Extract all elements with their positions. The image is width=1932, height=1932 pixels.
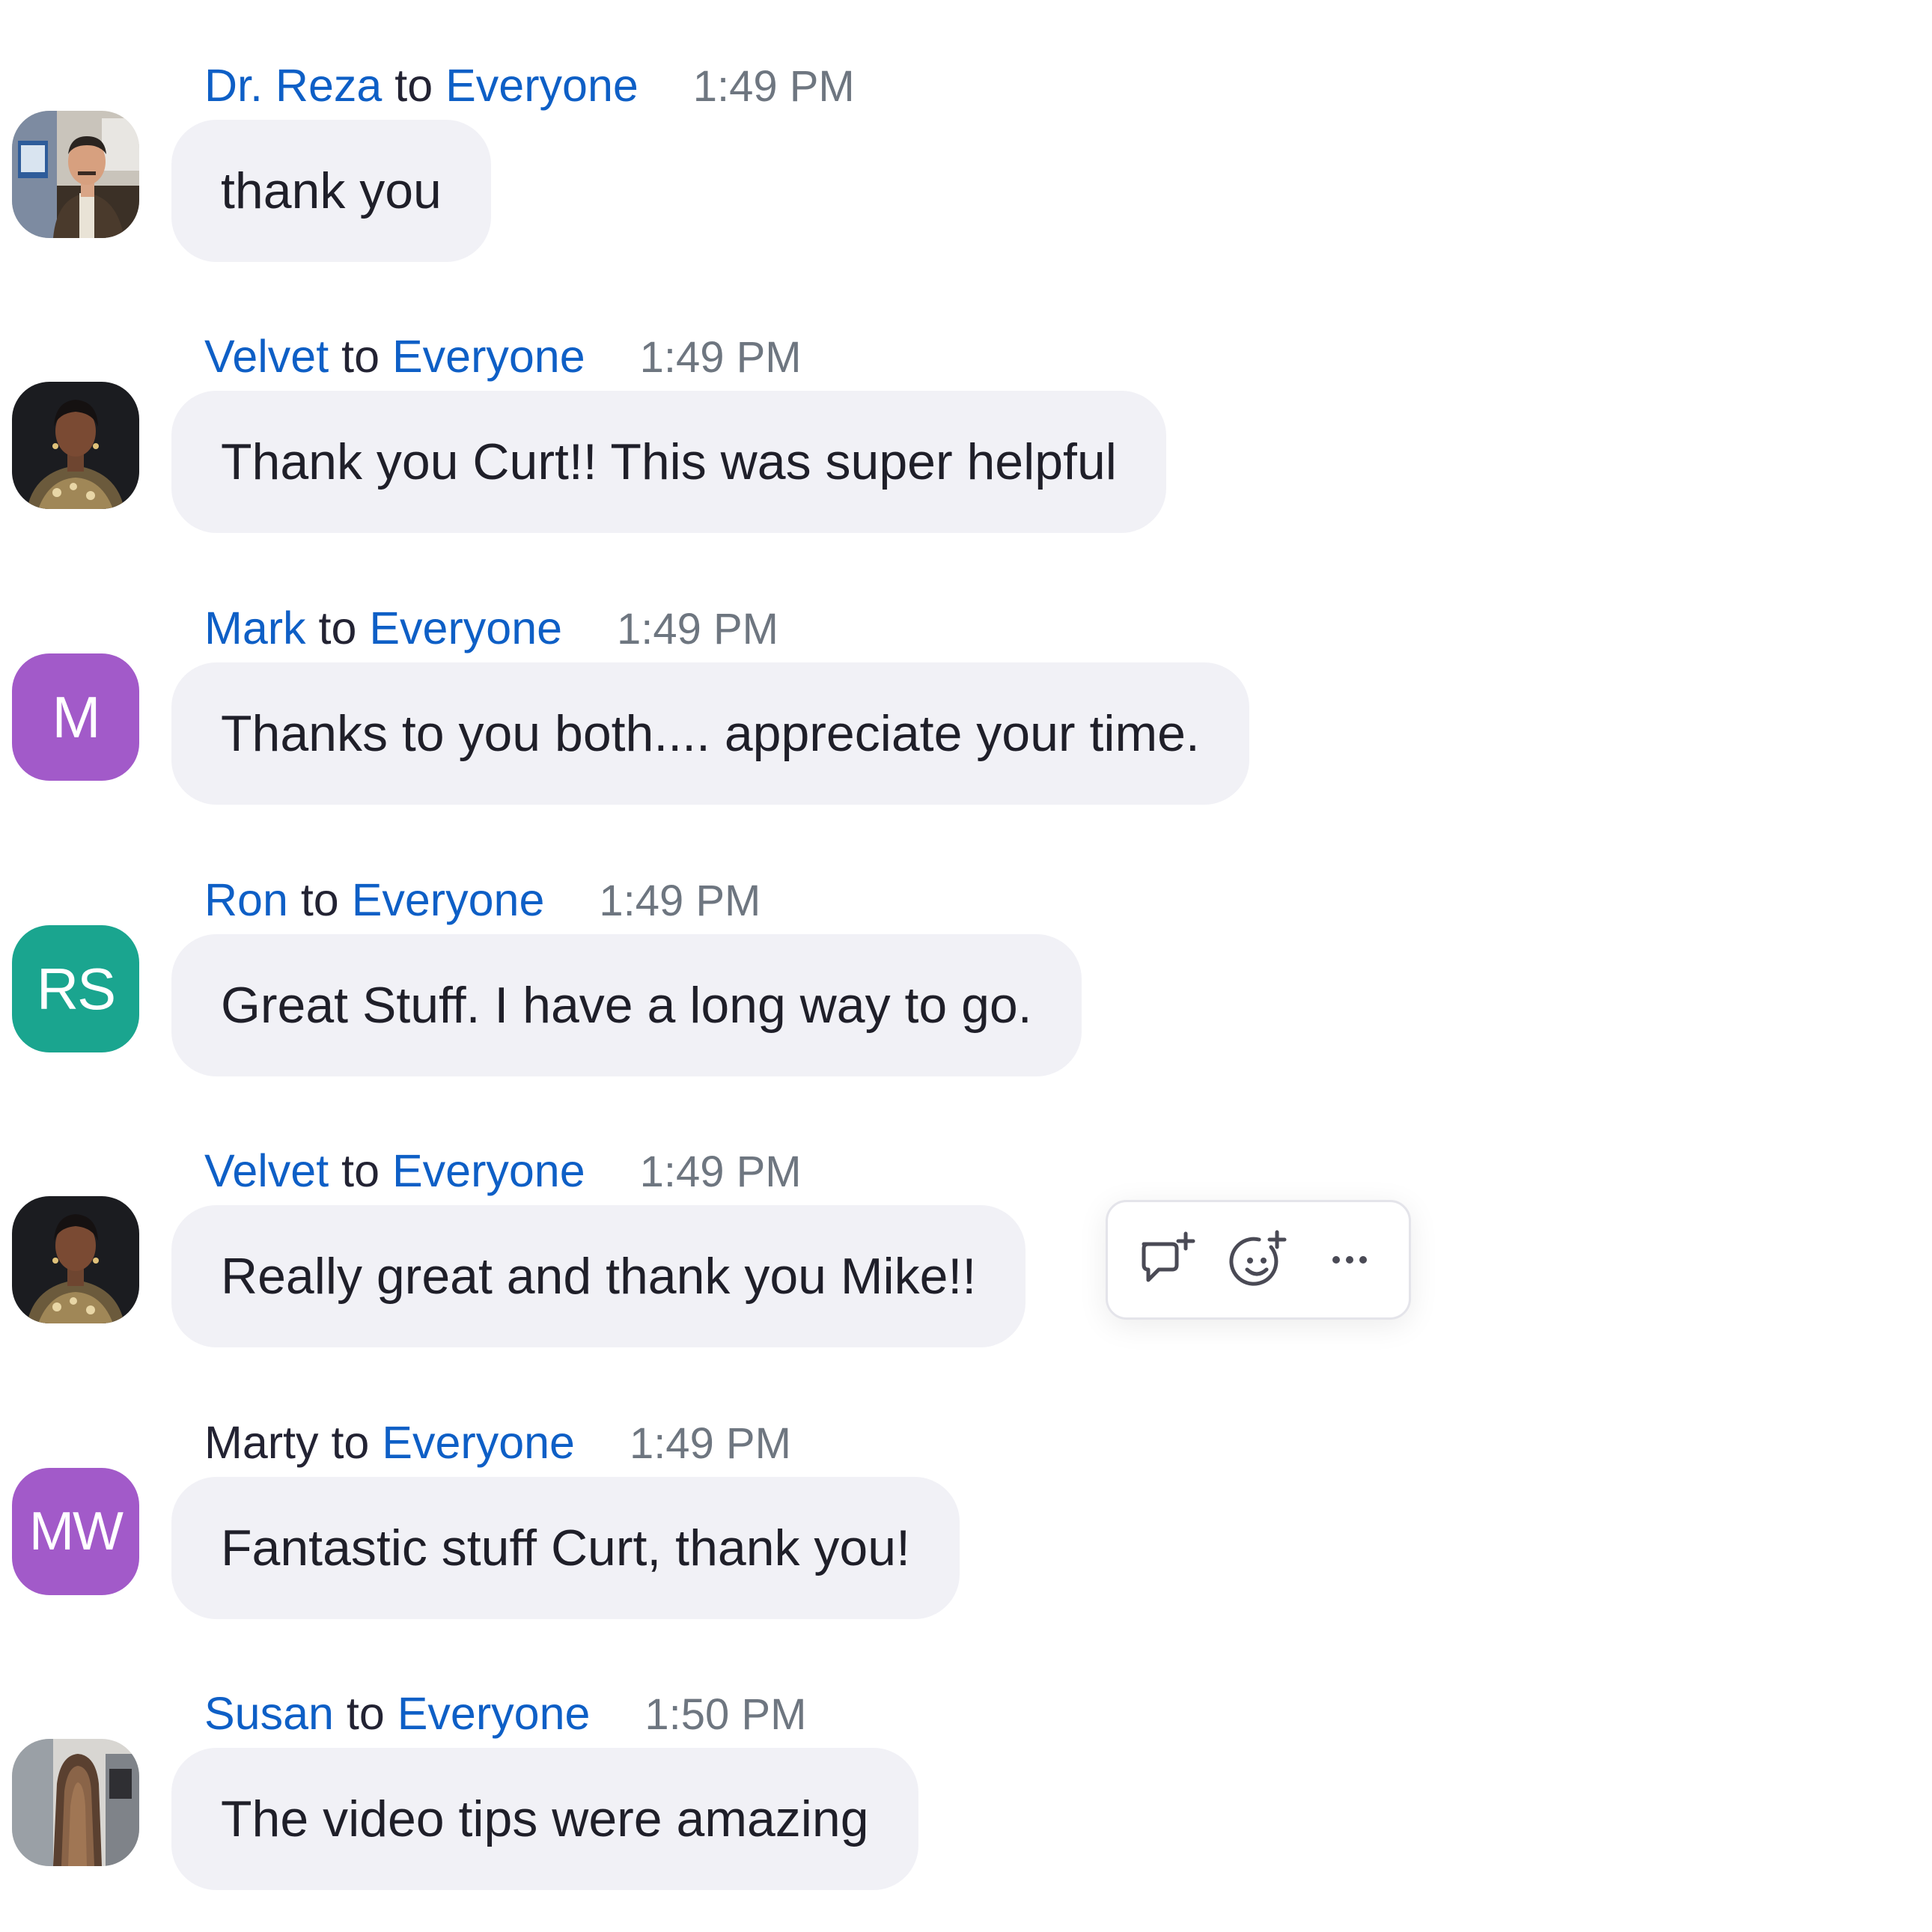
reply-thread-icon [1142,1231,1195,1282]
message-header: Dr. Reza to Everyone 1:49 PM [204,57,855,115]
avatar[interactable]: M [12,653,139,781]
reply-thread-button[interactable] [1130,1222,1204,1297]
message-bubble[interactable]: Fantastic stuff Curt, thank you! [171,1477,960,1619]
recipient-name[interactable]: Everyone [392,1145,585,1196]
timestamp: 1:50 PM [644,1690,807,1739]
message-bubble[interactable]: Great Stuff. I have a long way to go. [171,934,1082,1076]
sender-name: Marty [204,1417,319,1468]
photo-avatar-man-icon [12,111,139,238]
recipient-name[interactable]: Everyone [352,874,545,925]
to-label: to [331,1417,370,1468]
message-bubble[interactable]: Thank you Curt!! This was super helpful [171,391,1166,533]
timestamp: 1:49 PM [639,1148,802,1196]
photo-avatar-woman-icon [12,382,139,509]
more-options-button[interactable] [1312,1222,1387,1297]
avatar[interactable] [12,382,139,509]
chat-message: Dr. Reza to Everyone 1:49 PM thank you [0,0,1932,269]
message-header: Velvet to Everyone 1:49 PM [204,1142,802,1201]
to-label: to [341,331,380,382]
message-header: Marty to Everyone 1:49 PM [204,1414,791,1472]
timestamp: 1:49 PM [617,605,778,653]
sender-name[interactable]: Mark [204,603,306,653]
recipient-name[interactable]: Everyone [392,331,585,382]
sender-name[interactable]: Velvet [204,1145,329,1196]
more-options-icon [1332,1256,1367,1264]
to-label: to [341,1145,380,1196]
chat-message: Mark to Everyone 1:49 PM M Thanks to you… [0,543,1932,812]
to-label: to [300,874,339,925]
message-header: Ron to Everyone 1:49 PM [204,871,761,930]
photo-avatar-long-hair-icon [12,1739,139,1866]
add-reaction-button[interactable] [1221,1222,1296,1297]
chat-message: Velvet to Everyone 1:49 PM Thank you Cur… [0,271,1932,540]
recipient-name[interactable]: Everyone [369,603,562,653]
avatar[interactable] [12,1739,139,1866]
chat-message: Susan to Everyone 1:50 PM The video tips… [0,1628,1932,1898]
to-label: to [394,60,433,111]
message-bubble[interactable]: Thanks to you both.... appreciate your t… [171,662,1249,805]
sender-name[interactable]: Dr. Reza [204,60,382,111]
chat-message: Ron to Everyone 1:49 PM RS Great Stuff. … [0,814,1932,1084]
chat-message: Marty to Everyone 1:49 PM MW Fantastic s… [0,1357,1932,1627]
avatar[interactable]: MW [12,1468,139,1595]
message-hover-actions [1106,1200,1411,1320]
timestamp: 1:49 PM [599,877,761,925]
message-header: Susan to Everyone 1:50 PM [204,1685,806,1743]
message-bubble[interactable]: The video tips were amazing [171,1748,918,1890]
timestamp: 1:49 PM [639,333,802,382]
recipient-name[interactable]: Everyone [445,60,639,111]
message-header: Mark to Everyone 1:49 PM [204,600,778,658]
recipient-name[interactable]: Everyone [397,1688,591,1739]
avatar[interactable] [12,111,139,238]
chat-message: Velvet to Everyone 1:49 PM Really great … [0,1085,1932,1355]
avatar[interactable]: RS [12,925,139,1052]
timestamp: 1:49 PM [692,62,855,111]
sender-name[interactable]: Susan [204,1688,334,1739]
recipient-name[interactable]: Everyone [382,1417,575,1468]
message-bubble[interactable]: Really great and thank you Mike!! [171,1205,1026,1347]
sender-name[interactable]: Ron [204,874,288,925]
photo-avatar-woman-icon [12,1196,139,1323]
add-reaction-icon [1229,1230,1287,1286]
message-header: Velvet to Everyone 1:49 PM [204,328,802,386]
sender-name[interactable]: Velvet [204,331,329,382]
message-bubble[interactable]: thank you [171,120,491,262]
to-label: to [346,1688,385,1739]
avatar[interactable] [12,1196,139,1323]
timestamp: 1:49 PM [629,1419,791,1468]
to-label: to [318,603,357,653]
